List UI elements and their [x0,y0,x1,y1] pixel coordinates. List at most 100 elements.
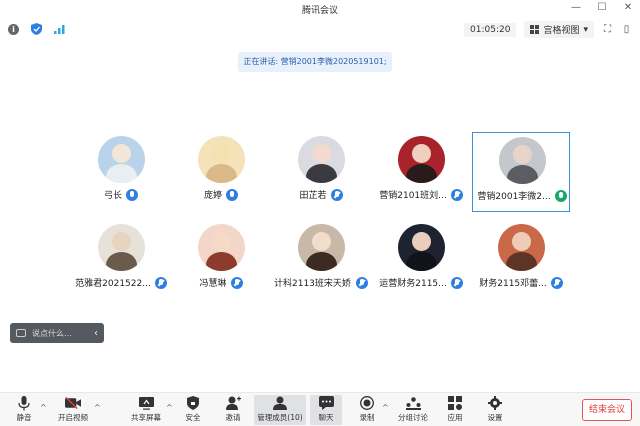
apps-grid-icon [447,395,463,411]
participant-tile[interactable]: 弓长 [72,132,170,212]
participant-name-row: 计科2113班宋天娇... [272,276,370,289]
share-screen-label: 共享屏幕 [131,413,161,422]
avatar-figure-body [106,252,137,271]
end-meeting-button[interactable]: 结束会议 [582,399,632,421]
avatar-figure-head [513,145,532,164]
security-shield-icon [185,395,201,411]
record-button[interactable]: 录制 [354,395,380,425]
fullscreen-icon[interactable]: ⛶ [602,24,613,35]
participant-name-row: 范雅君2021522... [72,276,170,289]
participant-tile[interactable]: 营销2001李微2... [472,132,570,212]
invite-user-icon [225,395,241,411]
signal-icon[interactable] [54,24,65,34]
start-video-button[interactable]: 开启视频 [54,395,92,425]
participant-tile[interactable]: 计科2113班宋天娇... [272,220,370,300]
mic-muted-icon [450,188,463,201]
participant-tile[interactable]: 财务2115邓蕾... [472,220,570,300]
apps-button[interactable]: 应用 [442,395,468,425]
record-options-caret[interactable]: ^ [382,403,389,412]
grid-view-icon [530,25,540,34]
participant-tile[interactable]: 庞婷 [172,132,270,212]
info-icon[interactable]: i [8,23,19,35]
chat-button[interactable]: 聊天 [310,395,342,425]
gear-icon [487,395,503,411]
mic-muted-icon [356,276,368,289]
manage-members-label: 管理成员(10) [257,413,303,422]
participant-name: 范雅君2021522... [75,279,151,289]
mic-icon [226,188,238,201]
app-title: 腾讯会议 [301,6,338,16]
avatar-figure-body [106,164,137,183]
microphone-icon [16,395,32,411]
participant-avatar [298,224,345,271]
mute-label: 静音 [16,413,32,422]
participant-name-row: 冯慧琳 [172,276,270,289]
avatar-figure-head [312,144,331,163]
title-bar: 腾讯会议 — ☐ ✕ [0,0,640,18]
mic-muted-icon [550,276,563,289]
avatar-figure-body [506,252,537,271]
settings-label: 设置 [487,413,503,422]
share-screen-button[interactable]: 共享屏幕 [128,395,164,425]
share-options-caret[interactable]: ^ [166,403,173,412]
participant-tile[interactable]: 运营财务2115... [372,220,470,300]
avatar-figure-head [412,144,431,163]
chat-icon [318,395,334,411]
avatar-figure-body [406,252,437,271]
participant-tile[interactable]: 田芷若 [272,132,370,212]
avatar-figure-body [306,252,337,271]
invite-button[interactable]: 邀请 [220,395,246,425]
participant-name: 庞婷 [203,191,222,201]
participant-name: 弓长 [103,191,122,201]
chevron-left-icon[interactable]: ‹ [94,328,98,339]
avatar-figure-body [507,165,538,184]
video-options-caret[interactable]: ^ [94,403,101,412]
record-label: 录制 [359,413,375,422]
participant-name-row: 营销2101班刘... [372,188,470,201]
avatar-figure-head [112,144,131,163]
start-video-label: 开启视频 [58,413,88,422]
settings-button[interactable]: 设置 [482,395,508,425]
mic-muted-icon [154,276,167,289]
participant-name: 田芷若 [299,191,327,201]
participant-avatar [98,136,145,183]
participant-name-row: 运营财务2115... [372,276,470,289]
participant-tile[interactable]: 范雅君2021522... [72,220,170,300]
chat-quick-input[interactable]: 说点什么... ‹ [10,323,104,343]
mute-button[interactable]: 静音 [10,395,38,425]
mute-options-caret[interactable]: ^ [40,403,47,412]
mic-icon [126,188,138,201]
window-controls: — ☐ ✕ [570,2,634,14]
meeting-status-icons: i [8,23,65,35]
manage-members-button[interactable]: 管理成员(10) [254,395,306,425]
participant-avatar [499,137,546,184]
participant-tile[interactable]: 营销2101班刘... [372,132,470,212]
mic-muted-icon [330,188,343,201]
invite-label: 邀请 [225,413,241,422]
view-mode-button[interactable]: 宫格视图 ▾ [524,21,594,38]
breakout-icon [405,395,421,411]
maximize-icon[interactable]: ☐ [596,2,608,14]
participant-name: 营销2101班刘... [379,191,447,201]
participant-name: 运营财务2115... [379,279,447,289]
sidebar-toggle-icon[interactable]: ▯ [621,24,632,35]
minimize-icon[interactable]: — [570,2,582,14]
participant-tile[interactable]: 冯慧琳 [172,220,270,300]
participant-avatar [98,224,145,271]
close-icon[interactable]: ✕ [622,2,634,14]
security-button[interactable]: 安全 [180,395,206,425]
chevron-down-icon: ▾ [583,24,588,35]
avatar-figure-head [412,232,431,251]
breakout-rooms-button[interactable]: 分组讨论 [396,395,430,425]
participant-name-row: 弓长 [72,188,170,201]
avatar-figure-head [512,232,531,251]
participant-name-row: 庞婷 [172,188,270,201]
shield-icon[interactable] [31,23,42,35]
members-icon [272,395,288,411]
breakout-label: 分组讨论 [398,413,428,422]
top-right-controls: 01:05:20 宫格视图 ▾ ⛶ ▯ [464,21,632,38]
apps-label: 应用 [447,413,463,422]
avatar-figure-head [212,144,231,163]
participant-avatar [298,136,345,183]
avatar-figure-head [212,232,231,251]
